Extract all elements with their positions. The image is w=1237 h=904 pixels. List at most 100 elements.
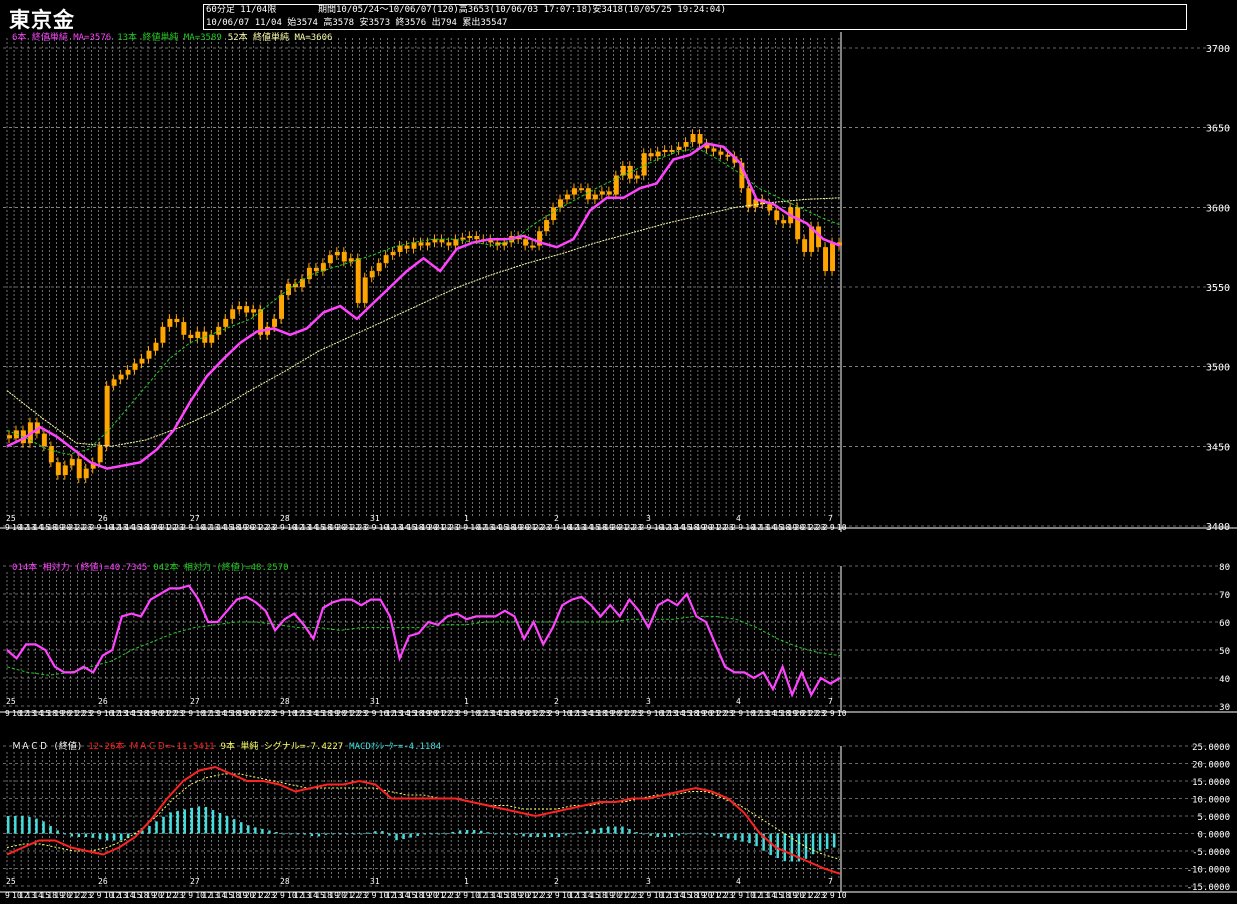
price-candle [551, 207, 557, 221]
macd-hist-bar [70, 833, 74, 837]
macd-hist-bar [388, 833, 391, 836]
day-label: 25 [6, 877, 16, 886]
macd-axis-tick: -15.0000 [1187, 883, 1230, 893]
price-candle [334, 251, 340, 256]
macd-hist-bar [169, 812, 172, 834]
hour-label: 2 [456, 709, 461, 718]
macd-hist-bar [494, 833, 497, 835]
hour-label: 2 [548, 891, 553, 900]
day-label: 31 [370, 514, 380, 523]
price-candle [418, 242, 424, 246]
macd-hist-bar [310, 833, 314, 837]
hour-label: 9 [188, 891, 193, 900]
macd-hist-bar [734, 833, 737, 841]
macd-hist-bar [261, 828, 264, 834]
hour-label: 9 [97, 709, 102, 718]
price-candle [69, 459, 75, 466]
hour-label: 9 [280, 523, 285, 532]
price-candle [62, 465, 68, 476]
day-label: 7 [828, 514, 833, 523]
ma13-line [6, 147, 841, 455]
hour-label: 2 [273, 523, 278, 532]
stock-chart[interactable]: 3700365036003550350034503400807060504030… [0, 0, 1237, 904]
price-candle [690, 134, 696, 143]
price-axis-tick: 3650 [1206, 124, 1230, 135]
macd-hist-bar [607, 826, 610, 834]
price-candle [397, 245, 403, 252]
macd-hist-bar [148, 825, 151, 834]
price-candle [767, 204, 773, 211]
macd-hist-bar [649, 833, 652, 836]
price-candle [369, 271, 375, 278]
price-candle [662, 149, 668, 152]
macd-hist-bar [416, 833, 419, 837]
price-candle [320, 263, 326, 272]
day-label: 26 [98, 877, 108, 886]
macd-hist-bar [367, 832, 370, 834]
macd-hist-bar [790, 833, 794, 862]
price-candle [83, 468, 89, 479]
price-axis-tick: 3550 [1206, 283, 1230, 294]
macd-axis-tick: 20.0000 [1192, 761, 1230, 771]
macd-hist-bar [374, 831, 377, 834]
day-label: 4 [736, 877, 741, 886]
hour-label: 9 [372, 709, 377, 718]
hour-label: 9 [372, 891, 377, 900]
macd-hist-bar [529, 833, 532, 837]
hour-label: 9 [830, 709, 835, 718]
price-candle [188, 334, 194, 338]
price-candle [230, 309, 236, 319]
hour-label: 9 [280, 891, 285, 900]
macd-hist-bar [303, 833, 306, 835]
ma52-line [6, 197, 841, 447]
price-candle [830, 242, 836, 272]
hour-label: 2 [823, 891, 828, 900]
macd-hist-bar [197, 806, 201, 834]
day-label: 31 [370, 877, 380, 886]
price-candle [523, 239, 529, 246]
price-candle [111, 379, 117, 386]
price-candle [571, 188, 577, 195]
price-candle [41, 433, 47, 447]
hour-label: 9 [555, 709, 560, 718]
macd-hist-bar [564, 833, 568, 836]
hour-label: 9 [555, 523, 560, 532]
macd-legend-item-2: 9本 単純 シグナル=-7.4227 [220, 742, 344, 752]
price-candle [725, 154, 731, 157]
macd-hist-bar [748, 833, 751, 844]
hour-label: 9 [463, 891, 468, 900]
rsi-axis-tick: 70 [1219, 591, 1230, 601]
price-candle [655, 151, 661, 157]
price-candle [460, 237, 466, 240]
macd-hist-bar [239, 822, 243, 834]
hour-label: 2 [640, 891, 645, 900]
hour-label: 9 [463, 709, 468, 718]
hour-label: 2 [640, 523, 645, 532]
price-candle [125, 369, 131, 375]
price-candle [341, 251, 347, 262]
macd-hist-bar [592, 829, 596, 834]
macd-legend-item-3: MACDｵｼﾚｰﾀｰ=-4.1184 [349, 742, 442, 752]
macd-hist-bar [282, 833, 285, 835]
macd-hist-bar [825, 833, 829, 850]
macd-hist-bar [444, 833, 448, 835]
macd-hist-bar [395, 833, 398, 841]
price-candle [174, 318, 180, 323]
hour-label: 2 [823, 709, 828, 718]
hour-label: 2 [640, 709, 645, 718]
macd-legend: ＭＡＣＤ (終値) 12-26本 ＭＡＣＤ=-11.5411 9本 単純 シグナル=… [12, 742, 447, 752]
day-label: 27 [190, 877, 200, 886]
day-label: 25 [6, 514, 16, 523]
price-candle [153, 342, 159, 351]
macd-hist-bar [804, 833, 808, 859]
macd-axis-tick: 15.0000 [1192, 778, 1230, 788]
price-candle [746, 188, 752, 208]
macd-hist-bar [7, 816, 10, 834]
price-candle [209, 334, 215, 343]
macd-hist-bar [268, 830, 271, 834]
price-candle [404, 245, 410, 249]
price-legend-item-2: 52本 終値単純 MA=3606 [227, 33, 333, 43]
macd-hist-bar [670, 833, 674, 837]
rsi-axis-tick: 30 [1219, 703, 1230, 713]
price-candle [313, 267, 319, 272]
